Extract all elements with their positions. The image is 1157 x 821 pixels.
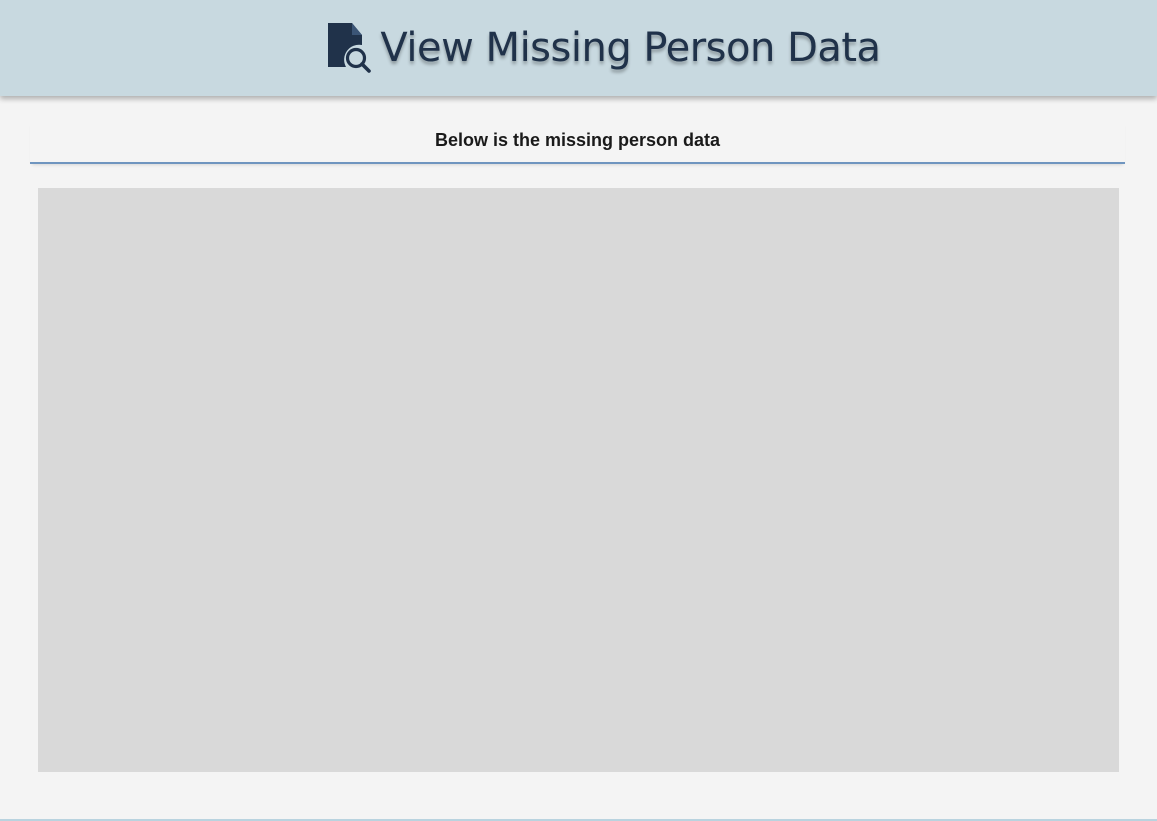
page-header: View Missing Person Data [0, 0, 1157, 96]
header-title-group: View Missing Person Data [326, 22, 881, 74]
page-title: View Missing Person Data [380, 25, 881, 71]
missing-person-data-panel [38, 188, 1119, 772]
subtitle-section: Below is the missing person data [30, 120, 1125, 164]
document-search-icon [328, 23, 372, 73]
section-subtitle: Below is the missing person data [434, 130, 721, 150]
